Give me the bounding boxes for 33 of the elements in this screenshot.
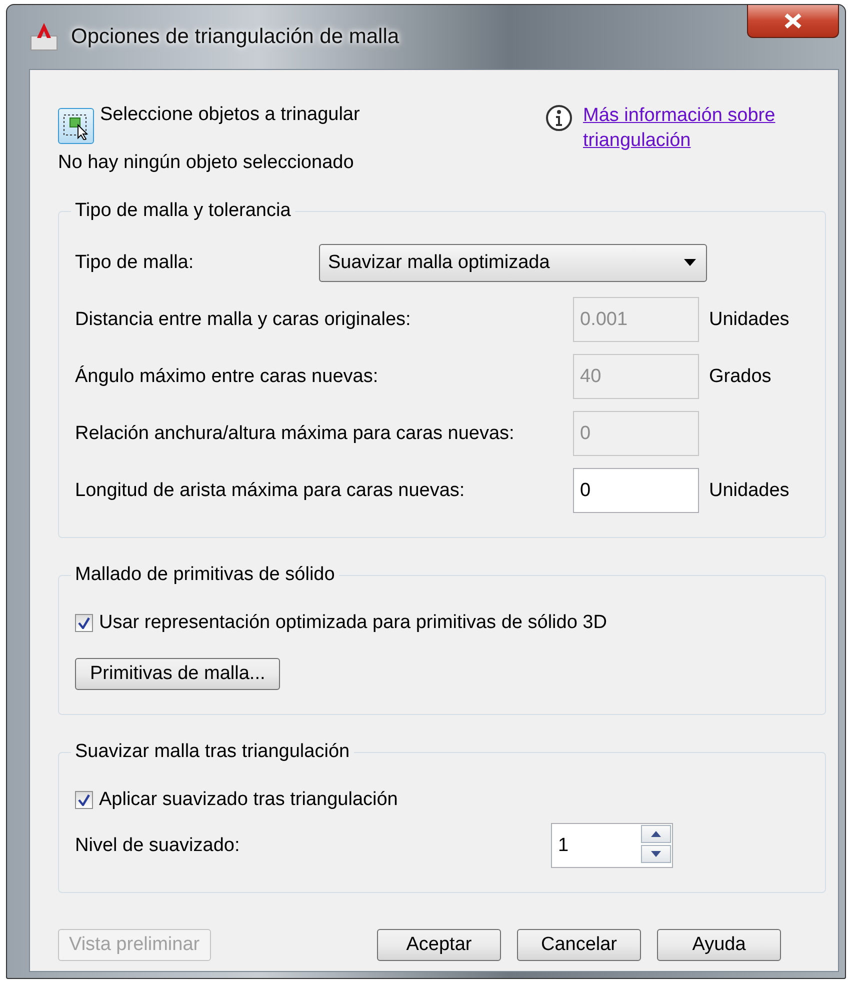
caret-icon	[684, 259, 696, 266]
group-title: Mallado de primitivas de sólido	[74, 564, 336, 586]
checkbox[interactable]	[75, 614, 93, 632]
select-objects-button[interactable]	[58, 108, 94, 144]
dialog-button[interactable]: Cancelar	[517, 929, 641, 961]
checkbox-label: Aplicar suavizado tras triangulación	[99, 789, 398, 811]
unit-label: Unidades	[708, 308, 790, 330]
checkbox-label: Usar representación optimizada para primitivas de sólido 3D	[99, 612, 607, 634]
field-label: Ángulo máximo entre caras nuevas:	[75, 366, 380, 388]
mesh-type-dropdown[interactable]: Suavizar malla optimizada	[319, 244, 707, 282]
field-label: Distancia entre malla y caras originales:	[75, 308, 412, 330]
close-button[interactable]	[747, 5, 839, 38]
unit-label: Unidades	[708, 480, 790, 502]
select-objects-label: Seleccione objetos a trinagular	[100, 104, 360, 126]
field-label: Longitud de arista máxima para caras nuevas:	[75, 480, 466, 502]
dialog-button[interactable]: Ayuda	[657, 929, 781, 961]
help-link[interactable]: Más información sobre triangulación	[583, 104, 808, 154]
field-label: Nivel de suavizado:	[75, 834, 241, 856]
checkbox[interactable]	[75, 791, 93, 809]
selection-status: No hay ningún objeto seleccionado	[58, 152, 355, 174]
window-title: Opciones de triangulación de malla	[71, 25, 400, 49]
selection-cursor-icon	[62, 112, 90, 140]
field-label: Tipo de malla:	[75, 252, 195, 274]
group-title: Suavizar malla tras triangulación	[74, 741, 351, 763]
field-label: Relación anchura/altura máxima para caras nuevas:	[75, 422, 516, 444]
unit-label: Grados	[708, 366, 772, 388]
close-icon	[784, 13, 802, 29]
input-field[interactable]: 0	[573, 468, 699, 513]
mesh-primitives-button[interactable]: Primitivas de malla...	[75, 658, 280, 690]
group-title: Tipo de malla y tolerancia	[74, 200, 292, 222]
info-icon	[545, 104, 573, 132]
app-logo-icon	[29, 22, 59, 52]
dialog-button[interactable]: Aceptar	[377, 929, 501, 961]
